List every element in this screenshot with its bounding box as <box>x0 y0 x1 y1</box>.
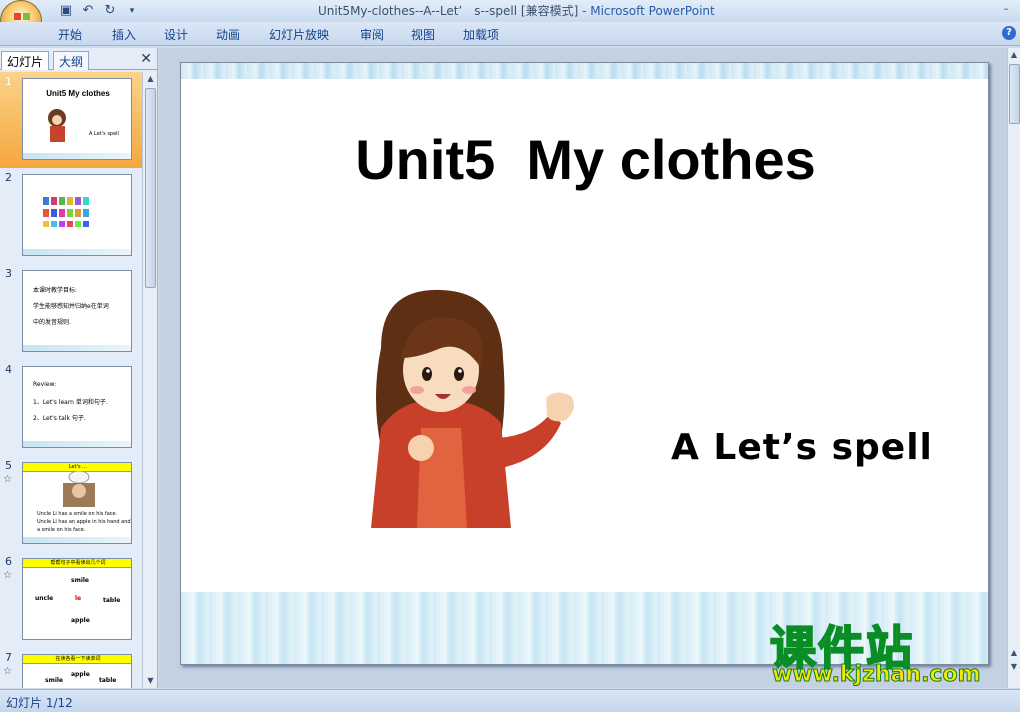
scroll-down-icon[interactable]: ▼ <box>143 674 158 688</box>
girl-illustration[interactable] <box>341 288 581 528</box>
thumbnail-stripe <box>23 537 131 543</box>
slide-thumbnail-4[interactable]: 4 Review: 1、Let's learn 单词和句子. 2、Let's t… <box>0 360 142 456</box>
thumbnail-preview: 在读各看一下读单词 smile apple table <box>22 654 132 688</box>
slide-counter: 幻灯片 1/12 <box>6 696 73 710</box>
customize-qat-icon[interactable]: ▾ <box>124 3 140 19</box>
thumbnail-subtitle: A Let's spell <box>89 131 119 137</box>
slide-subtitle[interactable]: A Let’s spell <box>671 427 933 468</box>
slide-thumbnail-3[interactable]: 3 本课时教学目标: 学生能够感知并归纳e在单词 中的发音规则. <box>0 264 142 360</box>
tab-design[interactable]: 设计 <box>164 26 188 43</box>
clothes-grid-image <box>43 197 89 227</box>
slide-number: 6 <box>5 555 12 568</box>
animation-star-icon: ☆ <box>3 474 12 485</box>
tab-view[interactable]: 视图 <box>411 26 435 43</box>
thumbnails-scrollbar[interactable]: ▲ ▼ <box>142 72 157 688</box>
slide-scrollbar[interactable]: ▲ ▲ ▼ <box>1007 48 1020 688</box>
thumbnail-preview: Review: 1、Let's learn 单词和句子. 2、Let's tal… <box>22 366 132 448</box>
scrollbar-thumb[interactable] <box>1009 64 1020 124</box>
thumbnail-word: uncle <box>35 595 54 602</box>
ribbon-tabs: 开始 插入 设计 动画 幻灯片放映 审阅 视图 加载项 <box>0 22 1020 46</box>
next-slide-icon[interactable]: ▼ <box>1008 660 1020 674</box>
slide-workspace: Unit5 My clothes A Let’s spell <box>159 48 1007 688</box>
thumbnail-preview: 帮帮句子中看读出几个词 smile uncle le table apple <box>22 558 132 640</box>
slide-thumbnail-1[interactable]: 1 Unit5 My clothes A Let's spell <box>0 72 142 168</box>
slide-title[interactable]: Unit5 My clothes <box>181 127 988 192</box>
thumbnail-text-line: 中的发音规则. <box>33 319 71 326</box>
slide-thumbnail-6[interactable]: 6 ☆ 帮帮句子中看读出几个词 smile uncle le table app… <box>0 552 142 648</box>
tab-addins[interactable]: 加载项 <box>463 26 499 43</box>
thumbnail-word: apple <box>71 671 90 678</box>
thumbnail-text-line: Review: <box>33 381 57 388</box>
minimize-icon[interactable]: – <box>996 2 1016 18</box>
tab-review[interactable]: 审阅 <box>360 26 384 43</box>
thumbnail-stripe <box>23 345 131 351</box>
previous-slide-icon[interactable]: ▲ <box>1008 646 1020 660</box>
document-title: Unit5My-clothes--A--Let’ s--spell [兼容模式] <box>318 4 579 18</box>
slide-number: 1 <box>5 75 12 88</box>
tab-home[interactable]: 开始 <box>58 26 82 43</box>
tab-outline[interactable]: 大纲 <box>53 51 90 70</box>
panel-tabs: 幻灯片 大纲 ✕ <box>0 48 158 70</box>
thumbnail-text-line: 本课时教学目标: <box>33 287 78 294</box>
chef-thumbnail-image <box>63 471 95 507</box>
thumbnail-header-bar: 帮帮句子中看读出几个词 <box>23 559 131 568</box>
thumbnail-word: apple <box>71 617 90 624</box>
thumbnail-text-line: 学生能够感知并归纳e在单词 <box>33 303 109 310</box>
scroll-up-icon[interactable]: ▲ <box>1008 48 1020 62</box>
thumbnail-stripe <box>23 153 131 159</box>
thumbnail-preview: Let's … Uncle Li has a smile on his face… <box>22 462 132 544</box>
save-icon[interactable]: ▣ <box>58 3 74 19</box>
thumbnail-stripe <box>23 441 131 447</box>
slide-number: 7 <box>5 651 12 664</box>
slides-panel: 幻灯片 大纲 ✕ 1 Unit5 My clothes A Let's spel… <box>0 48 158 688</box>
title-bar: ▣ ↶ ↻ ▾ Unit5My-clothes--A--Let’ s--spel… <box>0 0 1020 22</box>
thumbnail-word: table <box>99 677 117 684</box>
thumbnail-preview: 本课时教学目标: 学生能够感知并归纳e在单词 中的发音规则. <box>22 270 132 352</box>
thumbnail-text-line: 2、Let's talk 句子. <box>33 415 86 422</box>
thumbnail-text-line: Uncle Li has an apple in his hand and <box>37 519 131 525</box>
slide-thumbnail-7[interactable]: 7 ☆ 在读各看一下读单词 smile apple table <box>0 648 142 688</box>
tab-animations[interactable]: 动画 <box>216 26 240 43</box>
slide-number: 3 <box>5 267 12 280</box>
thumbnail-text-line: 1、Let's learn 单词和句子. <box>33 399 108 406</box>
girl-thumbnail-image <box>48 109 66 142</box>
slide-thumbnail-2[interactable]: 2 <box>0 168 142 264</box>
slide-number: 4 <box>5 363 12 376</box>
slide-thumbnails: 1 Unit5 My clothes A Let's spell 2 3 本课时… <box>0 72 142 688</box>
slide-number: 2 <box>5 171 12 184</box>
slide-canvas[interactable]: Unit5 My clothes A Let’s spell <box>180 62 989 665</box>
thumbnail-header-bar: 在读各看一下读单词 <box>23 655 131 664</box>
undo-icon[interactable]: ↶ <box>80 3 96 19</box>
status-bar: 幻灯片 1/12 <box>0 689 1020 712</box>
slide-thumbnail-5[interactable]: 5 ☆ Let's … Uncle Li has a smile on his … <box>0 456 142 552</box>
thumbnail-title: Unit5 My clothes <box>46 89 110 98</box>
thumbnail-word: smile <box>71 577 90 584</box>
quick-access-toolbar: ▣ ↶ ↻ ▾ <box>48 2 140 20</box>
app-name: - Microsoft PowerPoint <box>582 4 715 18</box>
watermark-url: www.kjzhan.com <box>772 662 982 688</box>
thumbnail-text-line: a smile on his face. <box>37 527 86 533</box>
help-icon[interactable]: ? <box>1002 26 1016 40</box>
thumbnail-word: table <box>103 597 121 604</box>
scroll-up-icon[interactable]: ▲ <box>143 72 158 86</box>
thumbnail-preview: Unit5 My clothes A Let's spell <box>22 78 132 160</box>
tab-slides[interactable]: 幻灯片 <box>1 51 50 70</box>
animation-star-icon: ☆ <box>3 570 12 581</box>
animation-star-icon: ☆ <box>3 666 12 677</box>
thumbnail-stripe <box>23 249 131 255</box>
slide-number: 5 <box>5 459 12 472</box>
watermark-logo: 课件站 www.kjzhan.com <box>769 612 1006 692</box>
redo-icon[interactable]: ↻ <box>102 3 118 19</box>
thumbnail-word: le <box>75 595 82 602</box>
thumbnail-text-line: Uncle Li has a smile on his face. <box>37 511 118 517</box>
scrollbar-thumb[interactable] <box>145 88 156 288</box>
close-icon[interactable]: ✕ <box>140 51 152 67</box>
thumbnail-word: smile <box>45 677 64 684</box>
window-title: Unit5My-clothes--A--Let’ s--spell [兼容模式]… <box>318 2 715 19</box>
slide-top-band <box>181 63 988 79</box>
tab-insert[interactable]: 插入 <box>112 26 136 43</box>
thumbnail-preview <box>22 174 132 256</box>
tab-slideshow[interactable]: 幻灯片放映 <box>269 26 329 43</box>
